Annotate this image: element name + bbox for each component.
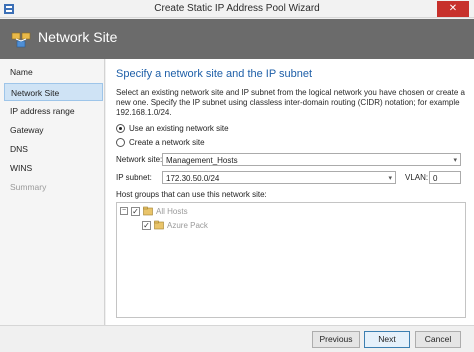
sidebar-item-wins[interactable]: WINS bbox=[4, 159, 103, 177]
sidebar-item-name[interactable]: Name bbox=[4, 63, 103, 81]
use-existing-site-radio[interactable] bbox=[116, 124, 125, 133]
tree-item-azure-pack[interactable]: ✓ Azure Pack bbox=[142, 220, 342, 232]
create-site-radio[interactable] bbox=[116, 138, 125, 147]
tree-item-label: All Hosts bbox=[156, 207, 188, 216]
sidebar-item-gateway[interactable]: Gateway bbox=[4, 121, 103, 139]
close-button[interactable]: ✕ bbox=[437, 1, 469, 17]
host-group-icon bbox=[154, 220, 164, 230]
use-existing-site-label: Use an existing network site bbox=[129, 124, 229, 133]
collapse-icon[interactable]: − bbox=[120, 207, 128, 215]
wizard-sidebar: Name Network Site IP address range Gatew… bbox=[0, 59, 105, 325]
network-site-value: Management_Hosts bbox=[166, 156, 238, 165]
sidebar-item-summary: Summary bbox=[10, 182, 47, 192]
tree-item-all-hosts[interactable]: − ✓ All Hosts bbox=[120, 206, 320, 218]
ip-subnet-label: IP subnet: bbox=[116, 173, 152, 182]
ip-subnet-dropdown[interactable]: 172.30.50.0/24 ▾ bbox=[162, 171, 396, 184]
network-site-dropdown[interactable]: Management_Hosts ▾ bbox=[162, 153, 461, 166]
section-description: Select an existing network site and IP s… bbox=[116, 88, 465, 117]
network-site-label: Network site: bbox=[116, 155, 163, 164]
next-button[interactable]: Next bbox=[364, 331, 410, 348]
all-hosts-checkbox[interactable]: ✓ bbox=[131, 207, 140, 216]
vlan-value: 0 bbox=[433, 174, 438, 183]
main-content: Specify a network site and the IP subnet… bbox=[106, 59, 474, 325]
host-group-icon bbox=[143, 206, 153, 216]
azure-pack-checkbox[interactable]: ✓ bbox=[142, 221, 151, 230]
title-bar: Create Static IP Address Pool Wizard ✕ bbox=[0, 0, 474, 18]
host-groups-label: Host groups that can use this network si… bbox=[116, 190, 267, 199]
network-site-icon bbox=[11, 32, 31, 48]
page-title: Network Site bbox=[38, 29, 118, 45]
vlan-label: VLAN: bbox=[405, 173, 429, 182]
vlan-input[interactable]: 0 bbox=[429, 171, 461, 184]
wizard-footer: Previous Next Cancel bbox=[0, 325, 474, 352]
sidebar-item-network-site[interactable]: Network Site bbox=[4, 83, 103, 101]
chevron-down-icon: ▾ bbox=[388, 175, 392, 182]
host-groups-tree[interactable]: − ✓ All Hosts ✓ Azure Pack bbox=[116, 202, 466, 318]
previous-button[interactable]: Previous bbox=[312, 331, 360, 348]
section-heading: Specify a network site and the IP subnet bbox=[116, 68, 313, 80]
create-site-label: Create a network site bbox=[129, 138, 205, 147]
sidebar-item-ip-address-range[interactable]: IP address range bbox=[4, 102, 103, 120]
window-title: Create Static IP Address Pool Wizard bbox=[154, 3, 320, 14]
sidebar-item-dns[interactable]: DNS bbox=[4, 140, 103, 158]
chevron-down-icon: ▾ bbox=[453, 157, 457, 164]
ip-subnet-value: 172.30.50.0/24 bbox=[166, 174, 220, 183]
cancel-button[interactable]: Cancel bbox=[415, 331, 461, 348]
tree-item-label: Azure Pack bbox=[167, 221, 208, 230]
wizard-header: Network Site bbox=[0, 19, 474, 59]
